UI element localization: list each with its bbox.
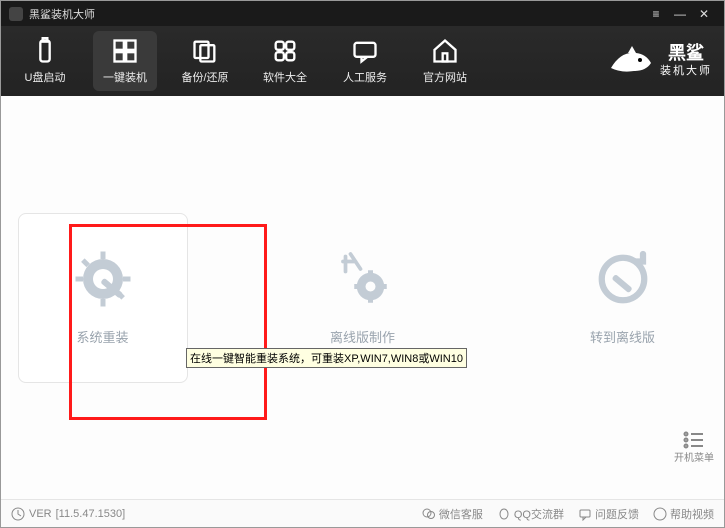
minimize-button[interactable]: — — [668, 7, 692, 21]
version-info[interactable]: VER [11.5.47.1530] — [11, 507, 125, 521]
switch-icon — [593, 249, 653, 309]
content-area: 系统重装 离线版制作 转到离线版 — [1, 96, 724, 499]
nav-label: 软件大全 — [263, 69, 307, 85]
nav-support[interactable]: 人工服务 — [333, 31, 397, 91]
nav-label: 一键装机 — [103, 69, 147, 85]
brand-logo: 黑鲨 装机大师 — [606, 43, 712, 79]
card-label: 离线版制作 — [330, 327, 395, 346]
nav-one-click-install[interactable]: 一键装机 — [93, 31, 157, 91]
status-label: 微信客服 — [439, 506, 483, 522]
statusbar: VER [11.5.47.1530] 微信客服 QQ交流群 问题反馈 ? 帮助视频 — [1, 499, 724, 527]
close-button[interactable]: ✕ — [692, 7, 716, 21]
nav-label: 备份/还原 — [181, 69, 228, 85]
nav-website[interactable]: 官方网站 — [413, 31, 477, 91]
toolbar: U盘启动 一键装机 备份/还原 软件大全 人工服务 — [1, 26, 724, 96]
help-icon: ? — [653, 507, 667, 521]
card-label: 系统重装 — [76, 327, 128, 346]
help-video[interactable]: ? 帮助视频 — [653, 506, 714, 522]
startup-menu-button[interactable]: 开机菜单 — [674, 431, 714, 464]
status-label: QQ交流群 — [514, 506, 564, 522]
startup-menu-label: 开机菜单 — [674, 449, 714, 464]
status-label: 帮助视频 — [670, 506, 714, 522]
list-icon — [683, 431, 705, 449]
qq-icon — [497, 507, 511, 521]
card-label: 转到离线版 — [590, 327, 655, 346]
home-icon — [431, 37, 459, 65]
svg-text:?: ? — [657, 509, 662, 519]
card-to-offline[interactable]: 转到离线版 — [538, 213, 708, 383]
nav-usb-boot[interactable]: U盘启动 — [13, 31, 77, 91]
nav-label: 人工服务 — [343, 69, 387, 85]
window-title: 黑鲨装机大师 — [29, 6, 95, 22]
menu-button[interactable]: ≡ — [644, 7, 668, 21]
feedback-icon — [578, 507, 592, 521]
backup-icon — [191, 37, 219, 65]
version-prefix: VER — [29, 508, 52, 520]
nav-label: U盘启动 — [25, 69, 66, 85]
shark-icon — [606, 43, 654, 79]
app-window: 黑鲨装机大师 ≡ — ✕ U盘启动 一键装机 备份/还原 — [0, 0, 725, 528]
wechat-support[interactable]: 微信客服 — [422, 506, 483, 522]
feedback[interactable]: 问题反馈 — [578, 506, 639, 522]
card-system-reinstall[interactable]: 系统重装 — [18, 213, 188, 383]
offline-gear-icon — [333, 249, 393, 309]
wechat-icon — [422, 507, 436, 521]
qq-group[interactable]: QQ交流群 — [497, 506, 564, 522]
nav-backup-restore[interactable]: 备份/还原 — [173, 31, 237, 91]
titlebar: 黑鲨装机大师 ≡ — ✕ — [1, 1, 724, 26]
nav-label: 官方网站 — [423, 69, 467, 85]
brand-sub: 装机大师 — [660, 62, 712, 78]
nav-software[interactable]: 软件大全 — [253, 31, 317, 91]
status-label: 问题反馈 — [595, 506, 639, 522]
refresh-icon — [11, 507, 25, 521]
brand-name: 黑鲨 — [660, 44, 712, 62]
tooltip: 在线一键智能重装系统，可重装XP,WIN7,WIN8或WIN10 — [186, 348, 467, 368]
gear-wrench-icon — [73, 249, 133, 309]
windows-icon — [111, 37, 139, 65]
version-number: [11.5.47.1530] — [56, 508, 126, 520]
chat-icon — [351, 37, 379, 65]
apps-icon — [271, 37, 299, 65]
app-icon — [9, 7, 23, 21]
usb-icon — [31, 37, 59, 65]
